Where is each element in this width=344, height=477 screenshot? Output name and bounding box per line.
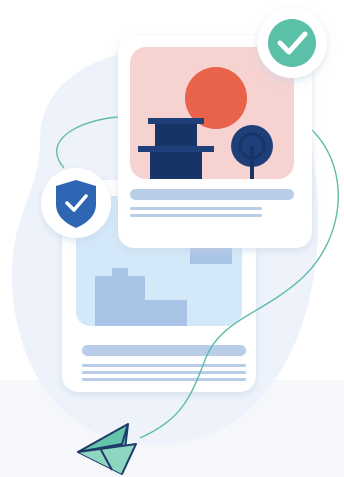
back-card-text-line xyxy=(82,364,246,367)
front-card-title-line xyxy=(130,189,294,200)
illustration-svg xyxy=(0,8,344,477)
check-circle-icon xyxy=(257,8,327,78)
illustration-canvas xyxy=(0,0,344,477)
back-card-text-line xyxy=(82,378,246,381)
front-card-text-line xyxy=(130,214,262,217)
back-card-text-line xyxy=(82,371,246,374)
back-card-title-line xyxy=(82,345,246,356)
front-card-text-line xyxy=(130,207,262,210)
shield-check-icon xyxy=(41,168,111,238)
